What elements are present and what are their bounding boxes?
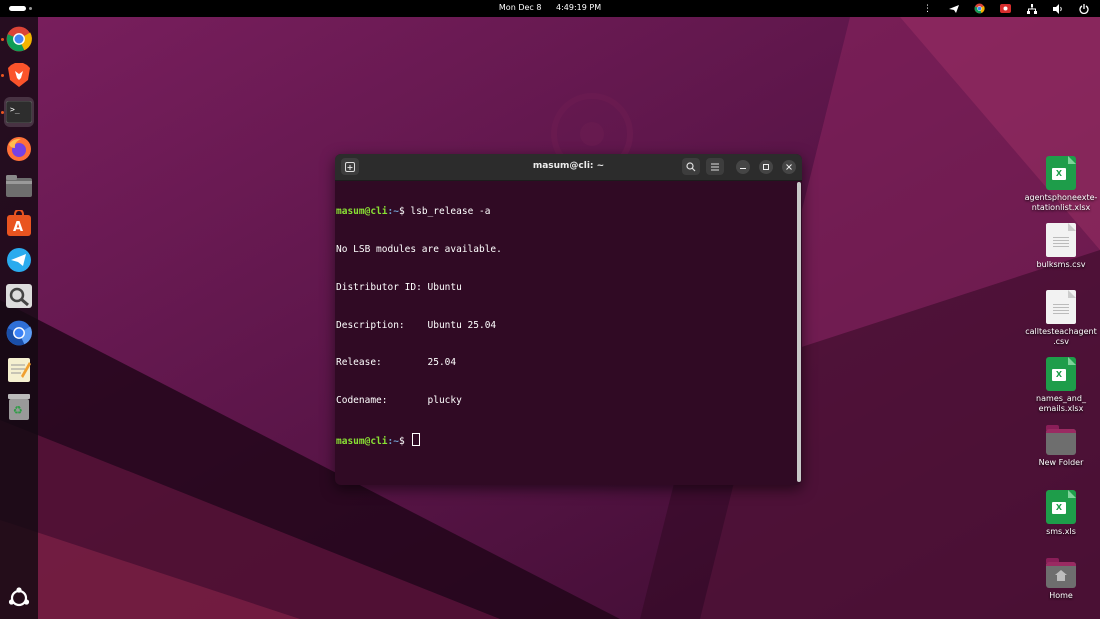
chrome-tray-icon[interactable] <box>973 2 986 15</box>
hamburger-icon <box>711 163 719 170</box>
desktop-home-folder[interactable]: Home <box>1023 556 1099 601</box>
volume-icon[interactable] <box>1051 2 1064 15</box>
running-indicator <box>1 38 4 41</box>
output-line: Distributor ID: Ubuntu <box>336 281 462 293</box>
desktop-file-xls[interactable]: X sms.xls <box>1023 490 1099 537</box>
files-icon[interactable] <box>4 171 34 201</box>
command-line: masum@cli:~$ lsb_release -a <box>336 206 794 219</box>
trash-icon[interactable]: ♻ <box>4 392 34 422</box>
file-label: agentsphoneexte-ntationlist.xlsx <box>1024 193 1098 212</box>
prompt-path: :~ <box>387 206 399 218</box>
more-icon[interactable]: ⋮ <box>921 2 934 15</box>
text-editor-icon[interactable] <box>4 355 34 385</box>
desktop-file-xlsx[interactable]: X agentsphoneexte-ntationlist.xlsx <box>1023 156 1099 213</box>
spreadsheet-icon: X <box>1046 156 1076 190</box>
terminal-window[interactable]: masum@cli: ~ masum@cli:~$ lsb_release -a… <box>335 154 802 485</box>
maximize-button[interactable] <box>759 160 773 174</box>
maximize-icon <box>763 164 769 170</box>
terminal-dock-icon[interactable]: >_ <box>4 97 34 127</box>
folder-label: New Folder <box>1038 458 1084 467</box>
menu-button[interactable] <box>706 158 724 175</box>
close-icon <box>786 164 792 170</box>
clock-date: Mon Dec 8 <box>498 3 542 12</box>
svg-text:♻: ♻ <box>13 404 23 417</box>
minimize-icon <box>740 168 746 169</box>
firefox-icon[interactable] <box>4 134 34 164</box>
window-title: masum@cli: ~ <box>532 161 605 171</box>
prompt-symbol: $ <box>398 206 411 218</box>
top-bar: Mon Dec 8 4:49:19 PM ⋮ <box>0 0 1100 17</box>
close-button[interactable] <box>782 160 796 174</box>
running-indicator <box>1 74 4 77</box>
desktop-file-xlsx[interactable]: X names_and_ emails.xlsx <box>1023 357 1099 414</box>
terminal-output[interactable]: masum@cli:~$ lsb_release -a No LSB modul… <box>336 181 794 481</box>
prompt-user: masum@cli <box>336 206 388 218</box>
spreadsheet-icon: X <box>1046 357 1076 391</box>
search-button[interactable] <box>682 158 700 175</box>
telegram-tray-icon[interactable] <box>947 2 960 15</box>
text-file-icon <box>1046 290 1076 324</box>
folder-label: Home <box>1049 591 1073 600</box>
scrollbar[interactable] <box>797 182 801 482</box>
desktop-file-csv[interactable]: bulksms.csv <box>1023 223 1099 270</box>
app-center-icon[interactable]: A <box>4 208 34 238</box>
desktop-folder[interactable]: New Folder <box>1023 423 1099 468</box>
output-line: Description: Ubuntu 25.04 <box>336 319 497 331</box>
file-label: names_and_ emails.xlsx <box>1036 394 1086 413</box>
prompt-path: :~ <box>387 435 399 447</box>
brave-icon[interactable] <box>4 60 34 90</box>
output-line: Codename: plucky <box>336 395 462 407</box>
svg-text:>_: >_ <box>10 105 20 114</box>
system-tray: ⋮ <box>921 2 1090 15</box>
text-file-icon <box>1046 223 1076 257</box>
telegram-icon[interactable] <box>4 245 34 275</box>
home-folder-icon <box>1046 558 1076 588</box>
file-label: calltesteachagent .csv <box>1025 327 1097 346</box>
command-text: lsb_release -a <box>410 206 491 218</box>
output-line: No LSB modules are available. <box>336 243 502 255</box>
show-apps-icon[interactable] <box>4 583 34 613</box>
recorder-tray-icon[interactable] <box>999 2 1012 15</box>
dock: >_ A ♻ <box>0 17 38 619</box>
output-line: Release: 25.04 <box>336 357 457 369</box>
desktop-file-csv[interactable]: calltesteachagent .csv <box>1023 290 1099 347</box>
power-icon[interactable] <box>1077 2 1090 15</box>
clock-time: 4:49:19 PM <box>555 3 602 12</box>
svg-text:A: A <box>13 220 23 235</box>
text-cursor <box>412 432 421 446</box>
running-indicator <box>1 111 4 114</box>
chrome-icon[interactable] <box>4 24 34 54</box>
file-label: bulksms.csv <box>1036 260 1086 269</box>
search-icon <box>686 161 696 171</box>
spreadsheet-icon: X <box>1046 490 1076 524</box>
network-icon[interactable] <box>1025 2 1038 15</box>
minimize-button[interactable] <box>736 160 750 174</box>
current-prompt-line[interactable]: masum@cli:~$ <box>336 432 794 447</box>
prompt-symbol: $ <box>398 435 411 447</box>
image-viewer-icon[interactable] <box>4 281 34 311</box>
terminal-titlebar[interactable]: masum@cli: ~ <box>335 154 802 181</box>
folder-icon <box>1046 425 1076 455</box>
prompt-user: masum@cli <box>336 435 388 447</box>
file-label: sms.xls <box>1046 527 1076 536</box>
chromium-icon[interactable] <box>4 318 34 348</box>
